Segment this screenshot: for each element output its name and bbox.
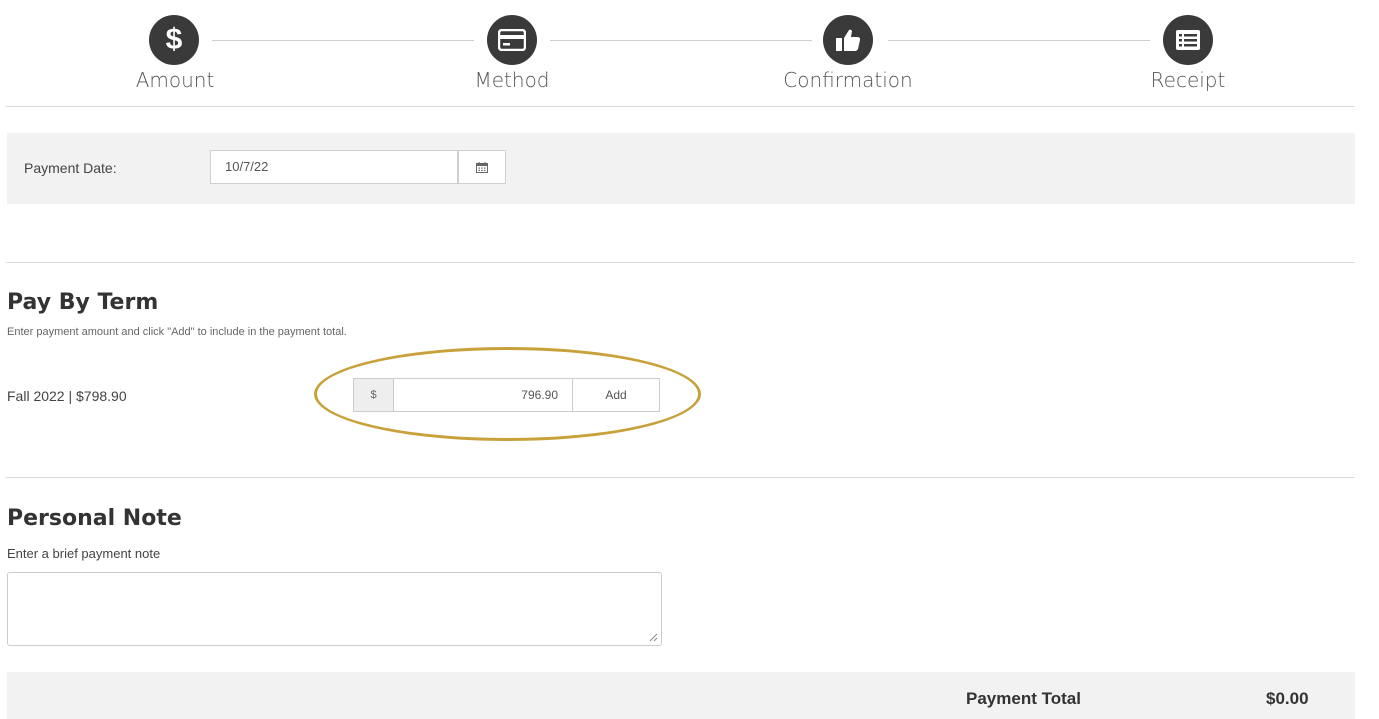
credit-card-icon: [498, 29, 526, 51]
step-label-confirmation: Confirmation: [783, 68, 913, 92]
term-label: Fall 2022 | $798.90: [7, 388, 127, 404]
thumbs-up-icon: [836, 29, 861, 51]
divider: [6, 262, 1355, 263]
payment-date-input[interactable]: 10/7/22: [210, 150, 458, 184]
payment-date-label: Payment Date:: [24, 160, 117, 176]
dollar-icon: $: [165, 23, 183, 56]
step-confirmation[interactable]: [823, 15, 873, 65]
highlight-ellipse: [314, 347, 701, 441]
personal-note-subtitle: Enter a brief payment note: [7, 546, 161, 561]
step-method[interactable]: [487, 15, 537, 65]
payment-total-label: Payment Total: [966, 689, 1081, 708]
divider: [6, 477, 1355, 478]
personal-note-textarea[interactable]: [7, 572, 662, 646]
step-label-method: Method: [474, 68, 550, 92]
personal-note-title: Personal Note: [7, 506, 182, 531]
payment-total-bar: [7, 672, 1355, 719]
resize-grip-icon[interactable]: [649, 633, 658, 642]
payment-total-value: $0.00: [1266, 689, 1309, 708]
step-connector: [550, 40, 812, 41]
divider: [6, 106, 1355, 107]
pay-by-term-title: Pay By Term: [7, 290, 159, 315]
step-connector: [212, 40, 474, 41]
calendar-icon: [476, 161, 488, 173]
step-label-receipt: Receipt: [1150, 68, 1226, 92]
step-receipt[interactable]: [1163, 15, 1213, 65]
pay-by-term-subtitle: Enter payment amount and click "Add" to …: [7, 326, 347, 338]
list-icon: [1176, 30, 1200, 50]
step-connector: [888, 40, 1150, 41]
step-amount[interactable]: $: [149, 15, 199, 65]
step-label-amount: Amount: [135, 68, 215, 92]
calendar-button[interactable]: [458, 150, 506, 184]
